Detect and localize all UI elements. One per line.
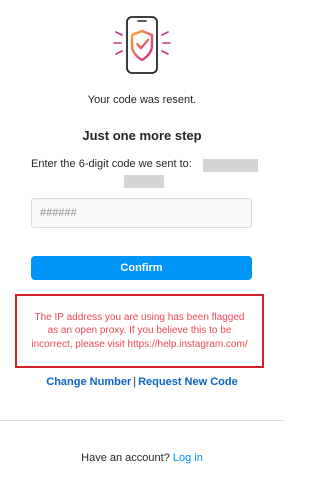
redacted-phone-number [203,159,258,172]
sparkle-lines-right-icon [161,31,171,55]
sparkle-lines-left-icon [113,31,123,55]
code-instruction: Enter the 6-digit code we sent to: [31,158,192,170]
login-footer: Have an account? Log in [0,452,284,464]
redacted-phone-number-continued [124,175,164,188]
code-resent-message: Your code was resent. [87,94,197,106]
confirm-button[interactable]: Confirm [31,256,252,280]
have-account-prompt: Have an account? [81,452,170,464]
error-text: The IP address you are using has been fl… [31,311,248,350]
phone-shield-icon [113,16,171,74]
request-new-code-link[interactable]: Request New Code [138,376,238,388]
login-link[interactable]: Log in [173,452,203,464]
checkmark-icon [135,38,150,50]
code-actions: Change Number | Request New Code [0,376,284,388]
change-number-link[interactable]: Change Number [46,376,131,388]
proxy-error-message: The IP address you are using has been fl… [15,294,264,368]
page-title: Just one more step [82,128,202,143]
section-divider [0,420,284,421]
security-code-input[interactable] [31,198,252,228]
